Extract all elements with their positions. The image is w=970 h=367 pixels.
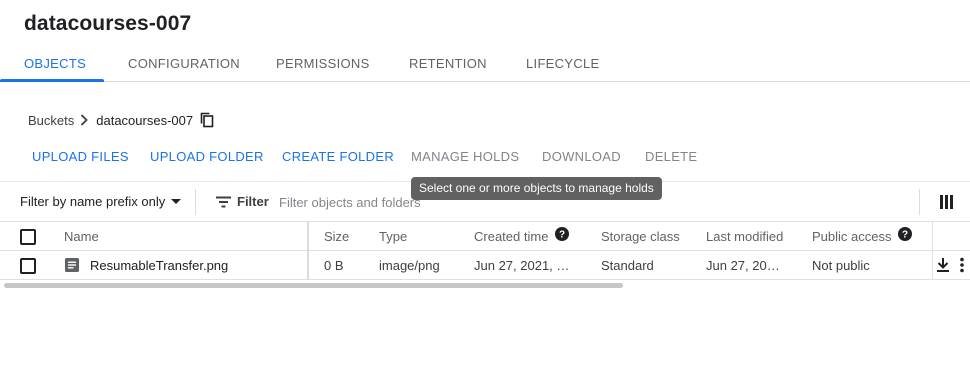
- table-header: Name Size Type Created time? Storage cla…: [0, 222, 970, 251]
- tab-retention[interactable]: RETENTION: [409, 46, 487, 82]
- breadcrumb: Buckets datacourses-007: [28, 111, 214, 129]
- copy-icon[interactable]: [200, 112, 214, 128]
- tab-bar: OBJECTS CONFIGURATION PERMISSIONS RETENT…: [0, 46, 970, 82]
- column-header-size[interactable]: Size: [324, 222, 349, 251]
- row-checkbox[interactable]: [20, 258, 36, 274]
- column-header-public-access[interactable]: Public access?: [812, 222, 913, 251]
- column-header-name[interactable]: Name: [64, 222, 99, 251]
- object-storage-class: Standard: [601, 258, 654, 273]
- prefix-filter-select[interactable]: Filter by name prefix only: [20, 194, 182, 209]
- actions-column-header: [932, 222, 970, 251]
- manage-holds-tooltip: Select one or more objects to manage hol…: [411, 177, 662, 200]
- more-vert-icon[interactable]: [959, 257, 965, 278]
- column-header-storage-class[interactable]: Storage class: [601, 222, 680, 251]
- column-header-public-access-label: Public access: [812, 229, 892, 244]
- upload-folder-button[interactable]: UPLOAD FOLDER: [150, 149, 264, 164]
- tab-permissions[interactable]: PERMISSIONS: [276, 46, 370, 82]
- object-last-modified: Jun 27, 20…: [706, 258, 780, 273]
- horizontal-scrollbar[interactable]: [4, 283, 623, 288]
- active-tab-indicator: [0, 79, 104, 82]
- column-header-created-label: Created time: [474, 229, 549, 244]
- columns-icon[interactable]: [940, 195, 953, 214]
- filter-icon: [216, 196, 231, 207]
- tab-objects[interactable]: OBJECTS: [24, 46, 86, 82]
- manage-holds-button[interactable]: MANAGE HOLDS: [411, 149, 519, 164]
- help-icon[interactable]: ?: [898, 222, 913, 251]
- svg-text:?: ?: [902, 230, 908, 241]
- column-header-last-modified[interactable]: Last modified: [706, 222, 783, 251]
- svg-text:?: ?: [559, 230, 565, 241]
- tab-configuration[interactable]: CONFIGURATION: [128, 46, 240, 82]
- object-size: 0 B: [324, 258, 344, 273]
- object-type: image/png: [379, 258, 440, 273]
- filter-button[interactable]: Filter: [216, 194, 269, 209]
- prefix-filter-label: Filter by name prefix only: [20, 194, 166, 209]
- select-all-checkbox[interactable]: [20, 229, 36, 245]
- divider: [195, 189, 196, 215]
- upload-files-button[interactable]: UPLOAD FILES: [32, 149, 129, 164]
- create-folder-button[interactable]: CREATE FOLDER: [282, 149, 394, 164]
- download-icon[interactable]: [935, 257, 951, 278]
- breadcrumb-current: datacourses-007: [96, 112, 194, 128]
- page-title: datacourses-007: [24, 12, 192, 35]
- object-name-link[interactable]: ResumableTransfer.png: [90, 251, 228, 280]
- object-created-time: Jun 27, 2021, …: [474, 258, 570, 273]
- tab-lifecycle[interactable]: LIFECYCLE: [526, 46, 600, 82]
- divider: [919, 189, 920, 215]
- file-icon: [65, 258, 79, 277]
- row-actions: [932, 251, 970, 280]
- column-header-type[interactable]: Type: [379, 222, 407, 251]
- help-icon[interactable]: ?: [555, 222, 570, 251]
- column-resize-handle[interactable]: [307, 222, 309, 251]
- dropdown-caret-icon: [171, 199, 182, 204]
- column-header-created[interactable]: Created time?: [474, 222, 570, 251]
- filter-button-label: Filter: [237, 194, 269, 209]
- column-resize-handle[interactable]: [307, 251, 309, 280]
- chevron-right-icon: [80, 114, 89, 126]
- delete-button[interactable]: DELETE: [645, 149, 697, 164]
- table-row[interactable]: ResumableTransfer.png 0 B image/png Jun …: [0, 251, 970, 280]
- download-button[interactable]: DOWNLOAD: [542, 149, 621, 164]
- breadcrumb-buckets-link[interactable]: Buckets: [28, 113, 74, 128]
- object-public-access: Not public: [812, 258, 870, 273]
